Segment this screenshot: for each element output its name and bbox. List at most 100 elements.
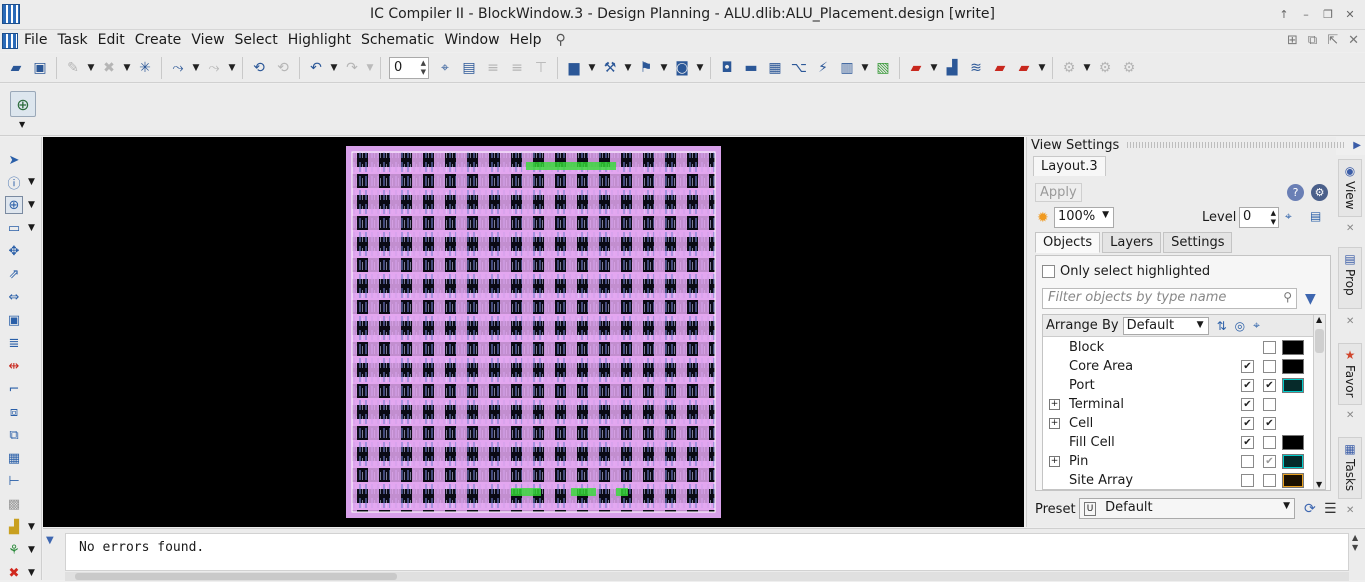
tab-layers[interactable]: Layers: [1102, 232, 1162, 253]
route2-dropdown-arrow[interactable]: ▼: [227, 57, 237, 79]
ruler-dropdown-arrow[interactable]: ▼: [28, 223, 35, 233]
tab-objects[interactable]: Objects: [1035, 232, 1101, 253]
visible-checkbox[interactable]: ✔: [1241, 436, 1254, 449]
close-icon[interactable]: ✕: [1346, 223, 1354, 234]
split-icon[interactable]: ⇹: [5, 357, 23, 375]
color-swatch[interactable]: [1282, 340, 1304, 355]
delete-icon[interactable]: ✖: [98, 57, 120, 79]
side-tab-view[interactable]: ◉ View: [1338, 159, 1362, 217]
search-icon[interactable]: ⚲: [555, 32, 571, 48]
level-spin-arrows-icon[interactable]: ▲ ▼: [1271, 209, 1276, 227]
visible-checkbox[interactable]: ✔: [1241, 417, 1254, 430]
undo-icon[interactable]: ↶: [305, 57, 327, 79]
camera-icon[interactable]: ◙: [671, 57, 693, 79]
selectable-checkbox[interactable]: ✔: [1263, 417, 1276, 430]
menu-edit[interactable]: Edit: [98, 32, 131, 48]
filter-objects-input[interactable]: Filter objects by type name ⚲: [1042, 288, 1297, 309]
ruler-dropdown-arrow[interactable]: ▼: [623, 57, 633, 79]
spark-icon[interactable]: ✳: [134, 57, 156, 79]
expand-icon[interactable]: +: [1049, 399, 1060, 410]
gear-icon[interactable]: ⚙: [1311, 184, 1328, 201]
selectable-checkbox[interactable]: [1263, 398, 1276, 411]
color-swatch[interactable]: [1282, 378, 1304, 393]
menu-highlight[interactable]: Highlight: [288, 32, 357, 48]
side-tab-tasks[interactable]: ▦ Tasks: [1338, 437, 1362, 499]
visible-checkbox[interactable]: [1241, 455, 1254, 468]
scroll-down-icon[interactable]: ▼: [1316, 480, 1322, 489]
redo-dropdown-arrow[interactable]: ▼: [365, 57, 375, 79]
menu-window[interactable]: Window: [444, 32, 505, 48]
scroll-up-icon[interactable]: ▲: [1316, 315, 1322, 324]
hierarchy-icon[interactable]: ⚑: [635, 57, 657, 79]
move-icon[interactable]: ✥: [5, 242, 23, 260]
menu-app-icon[interactable]: [2, 33, 18, 49]
help-icon[interactable]: ?: [1287, 184, 1304, 201]
cascade-icon[interactable]: ⧉: [1308, 33, 1317, 48]
select-arrow-icon[interactable]: ➤: [5, 151, 23, 169]
object-row[interactable]: Core Area ✔: [1043, 357, 1313, 376]
menu-icon[interactable]: ☰: [1324, 501, 1337, 517]
visible-checkbox[interactable]: [1241, 474, 1254, 487]
console-filter-icon[interactable]: ▼: [46, 535, 54, 546]
visible-checkbox[interactable]: ✔: [1241, 360, 1254, 373]
tab-settings[interactable]: Settings: [1163, 232, 1233, 253]
scroll-thumb[interactable]: [1315, 329, 1324, 353]
cut-icon[interactable]: ⧈: [5, 403, 23, 421]
zoom-tool-dropdown-arrow[interactable]: ▼: [19, 120, 25, 129]
window-restore-button[interactable]: ❐: [1321, 7, 1335, 21]
only-select-highlighted-row[interactable]: Only select highlighted: [1042, 264, 1210, 279]
float-icon[interactable]: ⇱: [1327, 33, 1338, 48]
sort-icon[interactable]: ⇅: [1217, 319, 1227, 333]
level-pick-icon[interactable]: ⌖: [1285, 209, 1292, 224]
comment-icon[interactable]: ▆: [563, 57, 585, 79]
flow2-icon[interactable]: ⚙: [1094, 57, 1116, 79]
level-options-icon[interactable]: ▤: [1310, 209, 1321, 223]
hierarchy-dropdown-arrow[interactable]: ▼: [659, 57, 669, 79]
comment-dropdown-arrow[interactable]: ▼: [587, 57, 597, 79]
floorplan-icon[interactable]: ▥: [836, 57, 858, 79]
remove-dropdown-arrow[interactable]: ▼: [28, 568, 35, 578]
panel-drag-grip[interactable]: [1127, 142, 1346, 148]
floorplan-dropdown-arrow[interactable]: ▼: [860, 57, 870, 79]
route-dropdown-arrow[interactable]: ▼: [191, 57, 201, 79]
spin-arrows-icon[interactable]: ▲ ▼: [421, 59, 426, 77]
align-top-icon[interactable]: ⊤: [530, 57, 552, 79]
rectangle-icon[interactable]: ▣: [5, 311, 23, 329]
icv-icon[interactable]: ▰: [1013, 57, 1035, 79]
console-output[interactable]: No errors found.: [65, 533, 1349, 571]
panel-collapse-icon[interactable]: ▶: [1353, 140, 1361, 151]
drc-icon[interactable]: ▰: [905, 57, 927, 79]
objects-scrollbar[interactable]: ▲ ▼: [1313, 315, 1325, 489]
stack-icon[interactable]: ≣: [5, 334, 23, 352]
menu-help[interactable]: Help: [510, 32, 548, 48]
filter-icon[interactable]: ▼: [1305, 291, 1316, 307]
window-minimize-button[interactable]: –: [1299, 7, 1313, 21]
selectable-checkbox[interactable]: ✔: [1263, 379, 1276, 392]
level-spinbox[interactable]: 0 ▲ ▼: [1239, 207, 1279, 228]
side-tab-favor[interactable]: ★ Favor: [1338, 343, 1362, 405]
zoom-tool-icon[interactable]: ⊕: [10, 91, 36, 117]
placement-icon[interactable]: ▧: [872, 57, 894, 79]
stretch-icon[interactable]: ⇔: [5, 288, 23, 306]
layout-canvas[interactable]: [43, 137, 1024, 527]
ems-icon[interactable]: ▰: [989, 57, 1011, 79]
icv-dropdown-arrow[interactable]: ▼: [1037, 57, 1047, 79]
object-row[interactable]: + Cell ✔ ✔: [1043, 414, 1313, 433]
refresh-view-icon[interactable]: ⟲: [248, 57, 270, 79]
console-hscroll-thumb[interactable]: [75, 573, 397, 580]
menu-create[interactable]: Create: [135, 32, 188, 48]
flow-dropdown-arrow[interactable]: ▼: [1082, 57, 1092, 79]
object-row[interactable]: Port ✔ ✔: [1043, 376, 1313, 395]
info-dropdown-arrow[interactable]: ▼: [28, 177, 35, 187]
toolbar-spinbox[interactable]: 0 ▲ ▼: [389, 56, 429, 79]
object-row[interactable]: Fill Cell ✔: [1043, 433, 1313, 452]
schematic-icon[interactable]: ▤: [458, 57, 480, 79]
object-row[interactable]: + Pin ✔: [1043, 452, 1313, 471]
route2-icon[interactable]: ⤳: [203, 57, 225, 79]
expand-icon[interactable]: +: [1049, 456, 1060, 467]
visibility-column-icon[interactable]: ◎: [1235, 319, 1245, 333]
align2-icon[interactable]: ≡: [506, 57, 528, 79]
grid-icon[interactable]: ▦: [764, 57, 786, 79]
chart-tool-icon[interactable]: ▟: [5, 518, 23, 536]
menu-task[interactable]: Task: [57, 32, 93, 48]
